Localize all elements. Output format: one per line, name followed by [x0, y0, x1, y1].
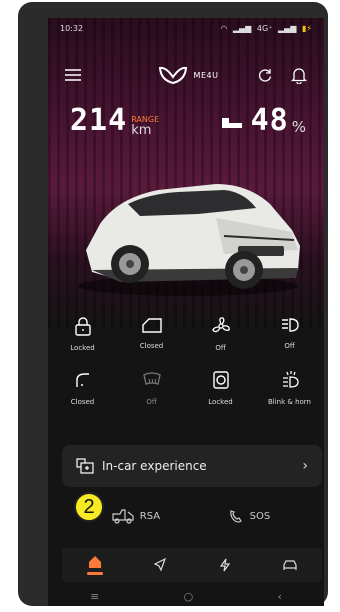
in-car-experience-icon	[76, 458, 94, 474]
defrost-control[interactable]: Off	[117, 370, 186, 406]
defrost-icon	[142, 372, 161, 385]
status-bar: 10:32 ◠ ▂▄▆ 4G⁺ ▂▄▆ ▮⚡	[60, 24, 312, 38]
brand-mark-icon	[158, 66, 187, 85]
door-control[interactable]: Closed	[117, 316, 186, 352]
battery-icon: ▮⚡	[301, 24, 312, 33]
tab-navigate[interactable]	[140, 558, 180, 572]
window-status: Closed	[70, 398, 95, 406]
blink-horn-control[interactable]: Blink & horn	[255, 370, 324, 406]
charge-port-icon	[212, 371, 229, 389]
battery-level-icon	[221, 118, 242, 128]
charge-port-control[interactable]: Locked	[186, 370, 255, 406]
tab-charging[interactable]	[205, 558, 245, 572]
lock-status: Locked	[70, 344, 95, 352]
door-status: Closed	[139, 342, 164, 350]
navigate-icon	[153, 558, 166, 572]
brand-logo: ME4U	[158, 65, 219, 85]
quick-actions: RSA SOS	[78, 508, 304, 524]
signal-icon-2: ▂▄▆	[277, 24, 297, 33]
bottom-tab-bar	[62, 548, 322, 582]
tow-truck-icon	[112, 509, 134, 524]
controls-row-1: Locked Closed Off Off	[48, 316, 324, 352]
active-tab-indicator	[86, 572, 103, 575]
rsa-button[interactable]: RSA	[112, 508, 160, 524]
defrost-status: Off	[146, 398, 157, 406]
refresh-icon[interactable]	[254, 64, 276, 86]
car-icon	[282, 560, 297, 570]
phone-call-icon	[229, 510, 242, 523]
blink-horn-label: Blink & horn	[267, 398, 311, 406]
fan-status: Off	[215, 344, 226, 352]
lock-control[interactable]: Locked	[48, 316, 117, 352]
step-number-badge: 2	[74, 492, 104, 522]
system-navigation-bar: ≡ ○ ‹	[48, 586, 324, 606]
range-unit: km	[131, 123, 152, 138]
window-icon	[75, 373, 89, 387]
notification-bell-icon[interactable]	[288, 64, 310, 86]
lock-icon	[74, 317, 91, 336]
sos-button[interactable]: SOS	[228, 508, 271, 524]
home-button-icon[interactable]: ○	[184, 590, 194, 603]
headlight-icon	[281, 318, 299, 332]
door-icon	[141, 318, 162, 333]
status-icons: ◠ ▂▄▆ 4G⁺ ▂▄▆ ▮⚡	[217, 24, 312, 38]
fan-control[interactable]: Off	[186, 316, 255, 352]
chevron-right-icon: ›	[302, 458, 308, 474]
battery-block: 48 %	[221, 106, 306, 136]
controls-row-2: Closed Off Locked Blink & horn	[48, 370, 324, 406]
battery-value: 48	[250, 103, 289, 138]
fan-icon	[211, 317, 230, 333]
headlight-control[interactable]: Off	[255, 316, 324, 352]
vehicle-stats: 214 RANGE km 48 %	[70, 103, 306, 138]
tab-home[interactable]	[75, 555, 115, 575]
rsa-label: RSA	[139, 510, 161, 522]
blink-horn-icon	[282, 371, 299, 388]
range-block: 214 RANGE km	[70, 103, 159, 138]
headlight-status: Off	[284, 342, 295, 350]
top-bar: ME4U	[62, 62, 310, 88]
brand-name: ME4U	[193, 70, 219, 80]
battery-unit: %	[291, 118, 306, 136]
in-car-experience-label: In-car experience	[102, 459, 207, 473]
charge-port-status: Locked	[208, 398, 233, 406]
sos-label: SOS	[249, 510, 271, 522]
network-type: 4G⁺	[256, 24, 273, 33]
status-time: 10:32	[60, 24, 84, 33]
signal-icon: ▂▄▆	[232, 24, 252, 33]
home-icon	[88, 556, 101, 568]
vehicle-image	[78, 184, 300, 296]
window-control[interactable]: Closed	[48, 370, 117, 406]
wifi-icon: ◠	[220, 24, 228, 33]
in-car-experience-button[interactable]: In-car experience ›	[62, 445, 322, 487]
charging-icon	[219, 558, 230, 572]
back-icon[interactable]: ‹	[277, 590, 281, 603]
range-value: 214	[70, 103, 128, 138]
recent-apps-icon[interactable]: ≡	[90, 590, 99, 603]
menu-icon[interactable]	[62, 64, 84, 86]
tab-car[interactable]	[270, 558, 310, 572]
